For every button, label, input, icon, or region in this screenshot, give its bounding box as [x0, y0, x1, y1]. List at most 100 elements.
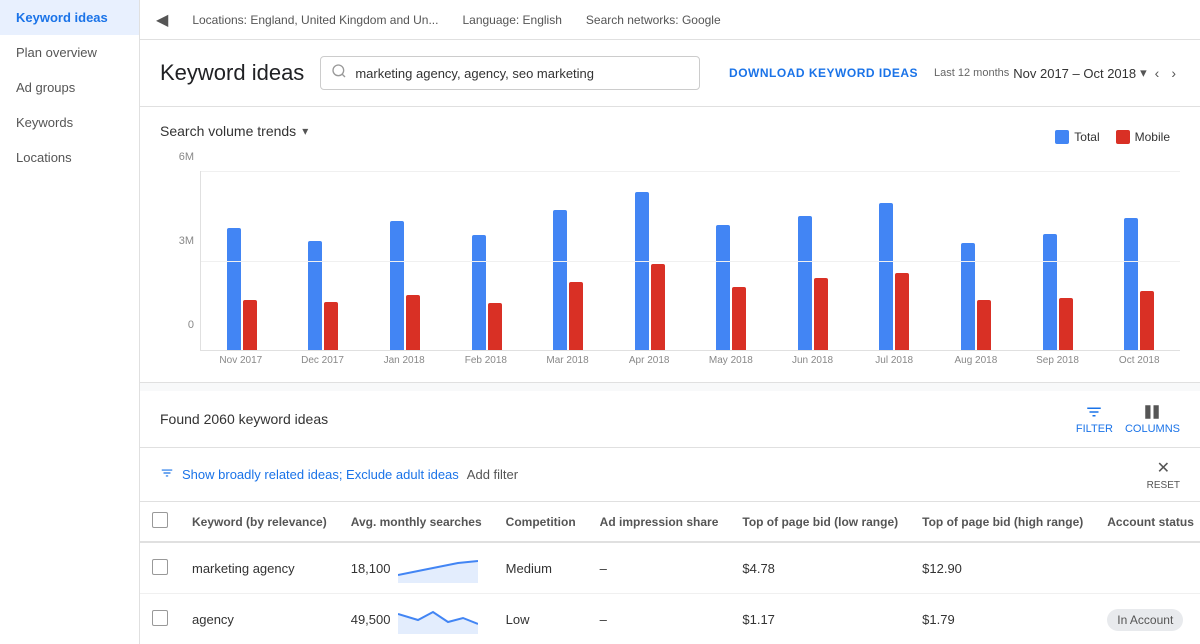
bar-mobile [977, 300, 991, 350]
x-axis-label: May 2018 [690, 355, 772, 366]
legend-total-color [1055, 130, 1069, 144]
content-area: Keyword ideas DOWNLOAD KEYWORD IDEAS Las… [140, 40, 1200, 644]
top-bid-high-cell: $12.90 [910, 542, 1095, 594]
bar-mobile [814, 278, 828, 350]
topbar: ◀ Locations: England, United Kingdom and… [140, 0, 1200, 40]
select-all-checkbox[interactable] [152, 512, 168, 528]
date-range-label: Last 12 months [934, 67, 1009, 79]
bar-mobile [406, 295, 420, 350]
th-top-bid-high: Top of page bid (high range) [910, 502, 1095, 542]
bar-total [1124, 218, 1138, 350]
in-account-badge: In Account [1107, 609, 1183, 631]
competition-cell: Medium [494, 542, 588, 594]
chart-dropdown-icon[interactable]: ▾ [302, 124, 308, 138]
legend-mobile-color [1116, 130, 1130, 144]
y-axis: 6M 3M 0 [160, 151, 198, 331]
bar-total [390, 221, 404, 350]
bar-mobile [324, 302, 338, 350]
bar-mobile [1059, 298, 1073, 350]
x-axis-label: Apr 2018 [608, 355, 690, 366]
x-axis-label: Sep 2018 [1017, 355, 1099, 366]
topbar-language: Language: English [462, 13, 561, 27]
sidebar: Keyword ideas Plan overview Ad groups Ke… [0, 0, 140, 644]
y-label-6m: 6M [179, 151, 194, 163]
bar-mobile [1140, 291, 1154, 350]
sparkline-chart [398, 553, 478, 583]
reset-label: RESET [1147, 480, 1180, 491]
x-axis-label: Dec 2017 [282, 355, 364, 366]
sidebar-item-keyword-ideas[interactable]: Keyword ideas [0, 0, 139, 35]
row-checkbox-cell [140, 542, 180, 594]
table-row: agency49,500Low–$1.17$1.79In Account [140, 594, 1200, 644]
back-button[interactable]: ◀ [156, 10, 168, 30]
topbar-search-networks: Search networks: Google [586, 13, 721, 27]
add-filter-button[interactable]: Add filter [467, 467, 518, 482]
account-status-cell: In Account [1095, 594, 1200, 644]
bar-mobile [732, 287, 746, 350]
table-body: marketing agency 18,100 Medium–$4.78$12.90… [140, 542, 1200, 644]
bar-total [961, 243, 975, 350]
x-axis-labels: Nov 2017Dec 2017Jan 2018Feb 2018Mar 2018… [160, 355, 1180, 366]
date-next-button[interactable]: › [1167, 63, 1180, 83]
date-dropdown-icon[interactable]: ▾ [1140, 65, 1147, 81]
bar-total [472, 235, 486, 350]
legend-mobile: Mobile [1116, 130, 1170, 144]
bar-total [553, 210, 567, 350]
top-bid-low-cell: $4.78 [730, 542, 910, 594]
bar-total [1043, 234, 1057, 350]
th-ad-impression: Ad impression share [588, 502, 731, 542]
sidebar-item-ad-groups[interactable]: Ad groups [0, 70, 139, 105]
th-account-status: Account status [1095, 502, 1200, 542]
search-input[interactable] [355, 66, 689, 81]
avg-monthly-value: 18,100 [351, 561, 391, 576]
bar-mobile [895, 273, 909, 350]
main-content: ◀ Locations: England, United Kingdom and… [140, 0, 1200, 644]
th-keyword: Keyword (by relevance) [180, 502, 339, 542]
bar-chart: 6M 3M 0 [160, 151, 1180, 351]
search-box[interactable] [320, 56, 700, 90]
columns-button[interactable]: COLUMNS [1125, 403, 1180, 435]
filter-text[interactable]: Show broadly related ideas; Exclude adul… [182, 467, 459, 482]
th-select-all[interactable] [140, 502, 180, 542]
table-row: marketing agency 18,100 Medium–$4.78$12.90 [140, 542, 1200, 594]
sidebar-item-plan-overview[interactable]: Plan overview [0, 35, 139, 70]
sidebar-item-locations[interactable]: Locations [0, 140, 139, 175]
x-axis-label: Jan 2018 [363, 355, 445, 366]
download-button[interactable]: DOWNLOAD KEYWORD IDEAS [729, 66, 918, 80]
x-axis-label: Mar 2018 [527, 355, 609, 366]
toolbar-icons: FILTER COLUMNS [1076, 403, 1180, 435]
sparkline-chart [398, 604, 478, 634]
table-header-row: Keyword (by relevance) Avg. monthly sear… [140, 502, 1200, 542]
bar-total [798, 216, 812, 350]
columns-label: COLUMNS [1125, 423, 1180, 435]
filter-row: Show broadly related ideas; Exclude adul… [140, 448, 1200, 502]
top-bid-high-cell: $1.79 [910, 594, 1095, 644]
x-axis-label: Aug 2018 [935, 355, 1017, 366]
page-title: Keyword ideas [160, 60, 304, 86]
row-checkbox[interactable] [152, 559, 168, 575]
legend-total: Total [1055, 130, 1099, 144]
legend-mobile-label: Mobile [1135, 130, 1170, 144]
date-prev-button[interactable]: ‹ [1151, 63, 1164, 83]
x-axis-label: Feb 2018 [445, 355, 527, 366]
bar-total [308, 241, 322, 350]
avg-monthly-value: 49,500 [351, 612, 391, 627]
competition-cell: Low [494, 594, 588, 644]
reset-x-icon: ✕ [1157, 458, 1170, 478]
chart-bars-area [200, 171, 1180, 351]
filter-button[interactable]: FILTER [1076, 403, 1113, 435]
ad-impression-cell: – [588, 542, 731, 594]
bar-mobile [243, 300, 257, 350]
keyword-cell: marketing agency [180, 542, 339, 594]
date-range-value: Nov 2017 – Oct 2018 [1013, 66, 1136, 81]
keyword-table: Keyword (by relevance) Avg. monthly sear… [140, 502, 1200, 644]
x-axis-label: Jun 2018 [772, 355, 854, 366]
date-range-area: Last 12 months Nov 2017 – Oct 2018 ▾ ‹ › [934, 63, 1180, 83]
header-row: Keyword ideas DOWNLOAD KEYWORD IDEAS Las… [140, 40, 1200, 107]
reset-button[interactable]: ✕ RESET [1147, 458, 1180, 491]
top-bid-low-cell: $1.17 [730, 594, 910, 644]
row-checkbox[interactable] [152, 610, 168, 626]
sidebar-item-keywords[interactable]: Keywords [0, 105, 139, 140]
y-label-3m: 3M [179, 235, 194, 247]
bar-total [716, 225, 730, 350]
